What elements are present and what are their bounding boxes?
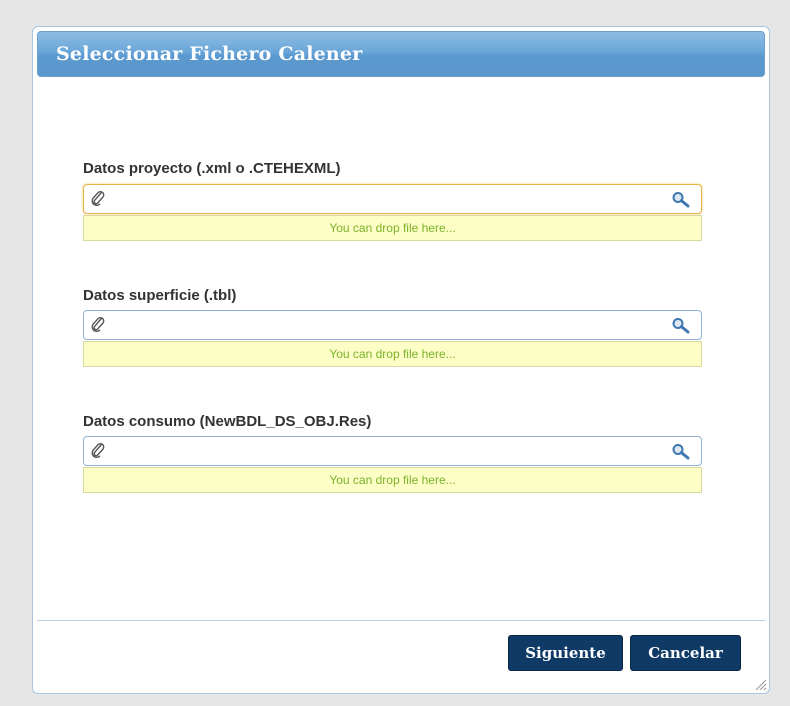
search-icon[interactable] [671, 191, 691, 209]
surface-data-drop-zone[interactable]: You can drop file here... [83, 341, 702, 367]
surface-data-field[interactable] [83, 310, 702, 340]
project-data-drop-zone[interactable]: You can drop file here... [83, 215, 702, 241]
project-data-input[interactable] [114, 188, 663, 212]
search-icon[interactable] [671, 317, 691, 335]
surface-data-label: Datos superficie (.tbl) [83, 287, 237, 304]
consumption-data-label: Datos consumo (NewBDL_DS_OBJ.Res) [83, 413, 372, 430]
resize-grip-icon[interactable] [753, 677, 767, 691]
consumption-data-input[interactable] [114, 440, 663, 464]
next-button[interactable]: Siguiente [508, 635, 623, 671]
dialog-title: Seleccionar Fichero Calener [56, 43, 363, 65]
consumption-data-drop-zone[interactable]: You can drop file here... [83, 467, 702, 493]
surface-data-input[interactable] [114, 314, 663, 338]
project-data-field[interactable] [83, 184, 702, 214]
search-icon[interactable] [671, 443, 691, 461]
consumption-data-field[interactable] [83, 436, 702, 466]
footer-divider [37, 620, 765, 621]
project-data-label: Datos proyecto (.xml o .CTEHEXML) [83, 160, 341, 177]
select-file-dialog: Seleccionar Fichero Calener Datos proyec… [32, 26, 770, 694]
paperclip-icon [91, 442, 105, 459]
paperclip-icon [91, 316, 105, 333]
dialog-titlebar[interactable]: Seleccionar Fichero Calener [37, 31, 765, 77]
paperclip-icon [91, 190, 105, 207]
cancel-button[interactable]: Cancelar [630, 635, 741, 671]
